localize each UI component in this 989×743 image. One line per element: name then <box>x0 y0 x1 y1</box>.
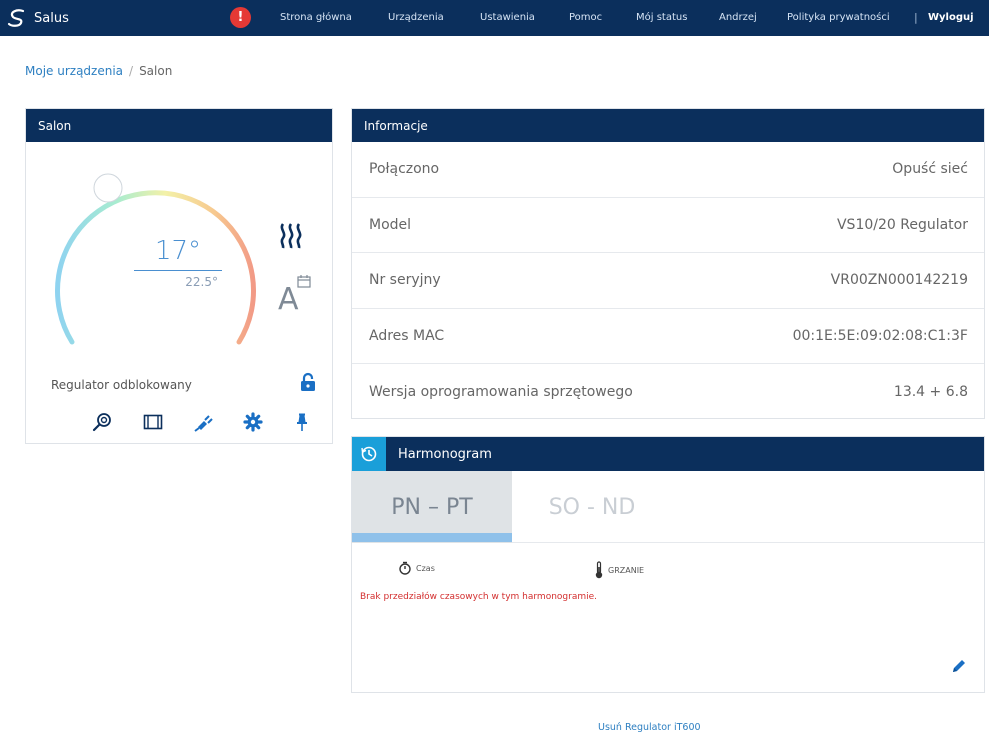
leave-network-link[interactable]: Opuść sieć <box>892 161 968 177</box>
info-label: Nr seryjny <box>369 272 441 289</box>
top-navigation-bar: Salus ! Strona główna Urządzenia Ustawie… <box>0 0 989 36</box>
exclamation-icon[interactable]: ! <box>230 7 251 28</box>
info-panel: Informacje Połączono Opuść sieć Model VS… <box>351 108 985 419</box>
active-tab-indicator <box>352 533 512 542</box>
empty-schedule-message: Brak przedziałów czasowych w tym harmono… <box>360 592 598 602</box>
info-panel-title: Informacje <box>352 109 984 142</box>
breadcrumb-current: Salon <box>139 64 173 78</box>
nav-home[interactable]: Strona główna <box>280 12 352 23</box>
film-icon[interactable] <box>143 412 163 432</box>
nav-user[interactable]: Andrzej <box>719 12 757 23</box>
nav-my-status[interactable]: Mój status <box>636 12 687 23</box>
brand-name: Salus <box>34 10 69 26</box>
info-row-serial: Nr seryjny VR00ZN000142219 <box>352 253 984 309</box>
info-value: VR00ZN000142219 <box>830 272 968 289</box>
schedule-title: Harmonogram <box>398 446 492 462</box>
pin-icon[interactable] <box>292 412 312 432</box>
schedule-icon <box>352 437 386 471</box>
lock-status-label: Regulator odblokowany <box>51 378 192 392</box>
info-label: Model <box>369 216 412 233</box>
nav-separator: | <box>914 11 918 24</box>
tab-weekend[interactable]: SO - ND <box>512 471 672 543</box>
schedule-tabs: PN – PT SO - ND <box>352 471 984 543</box>
temperature-divider <box>134 270 222 271</box>
remove-device-link[interactable]: Usuń Regulator iT600 <box>598 722 748 733</box>
info-row-model: Model VS10/20 Regulator <box>352 198 984 253</box>
column-time-label: Czas <box>416 563 435 573</box>
thermometer-icon <box>595 561 603 579</box>
salus-logo[interactable]: Salus <box>6 6 69 30</box>
nav-devices[interactable]: Urządzenia <box>388 12 444 23</box>
breadcrumb-separator: / <box>129 64 134 78</box>
schedule-header: Harmonogram <box>352 437 984 471</box>
thermostat-panel-title: Salon <box>26 109 332 142</box>
plug-icon[interactable] <box>193 412 213 432</box>
logout-link[interactable]: Wyloguj <box>928 12 974 23</box>
info-value: 00:1E:5E:09:02:08:C1:3F <box>792 327 968 344</box>
column-time: Czas <box>398 561 435 575</box>
info-value: 13.4 + 6.8 <box>893 383 968 400</box>
schedule-panel: Harmonogram PN – PT SO - ND Czas GRZANIE… <box>351 436 985 693</box>
info-label: Adres MAC <box>369 327 445 344</box>
info-row-connection: Połączono Opuść sieć <box>352 142 984 198</box>
current-temperature: 22.5° <box>185 275 218 289</box>
set-temperature: 17° <box>154 236 202 266</box>
info-row-firmware: Wersja oprogramowania sprzętowego 13.4 +… <box>352 364 984 420</box>
info-value: VS10/20 Regulator <box>836 216 968 233</box>
thermostat-panel: Salon 17° 22.5° A Regulator odblokowany <box>25 108 333 444</box>
refresh-clock-icon <box>361 446 377 462</box>
heating-icon[interactable] <box>276 221 306 251</box>
column-heating: GRZANIE <box>594 561 644 579</box>
dial-knob[interactable] <box>93 173 123 203</box>
nav-settings[interactable]: Ustawienia <box>480 12 535 23</box>
column-heating-label: GRZANIE <box>608 565 645 575</box>
info-row-mac: Adres MAC 00:1E:5E:09:02:08:C1:3F <box>352 309 984 364</box>
salus-logo-icon <box>7 9 25 27</box>
info-label: Połączono <box>369 161 440 178</box>
info-label: Wersja oprogramowania sprzętowego <box>369 383 633 400</box>
stopwatch-icon <box>399 561 411 575</box>
nav-privacy-policy[interactable]: Polityka prywatności <box>787 12 890 23</box>
unlock-icon[interactable] <box>300 372 316 392</box>
svg-text:A: A <box>278 282 299 313</box>
auto-schedule-icon[interactable]: A <box>278 273 312 313</box>
nav-help[interactable]: Pomoc <box>569 12 602 23</box>
breadcrumb: Moje urządzenia / Salon <box>25 64 172 78</box>
pencil-icon[interactable] <box>950 657 968 675</box>
search-icon[interactable] <box>92 412 112 432</box>
gear-icon[interactable] <box>243 412 263 432</box>
breadcrumb-my-devices[interactable]: Moje urządzenia <box>25 64 123 78</box>
